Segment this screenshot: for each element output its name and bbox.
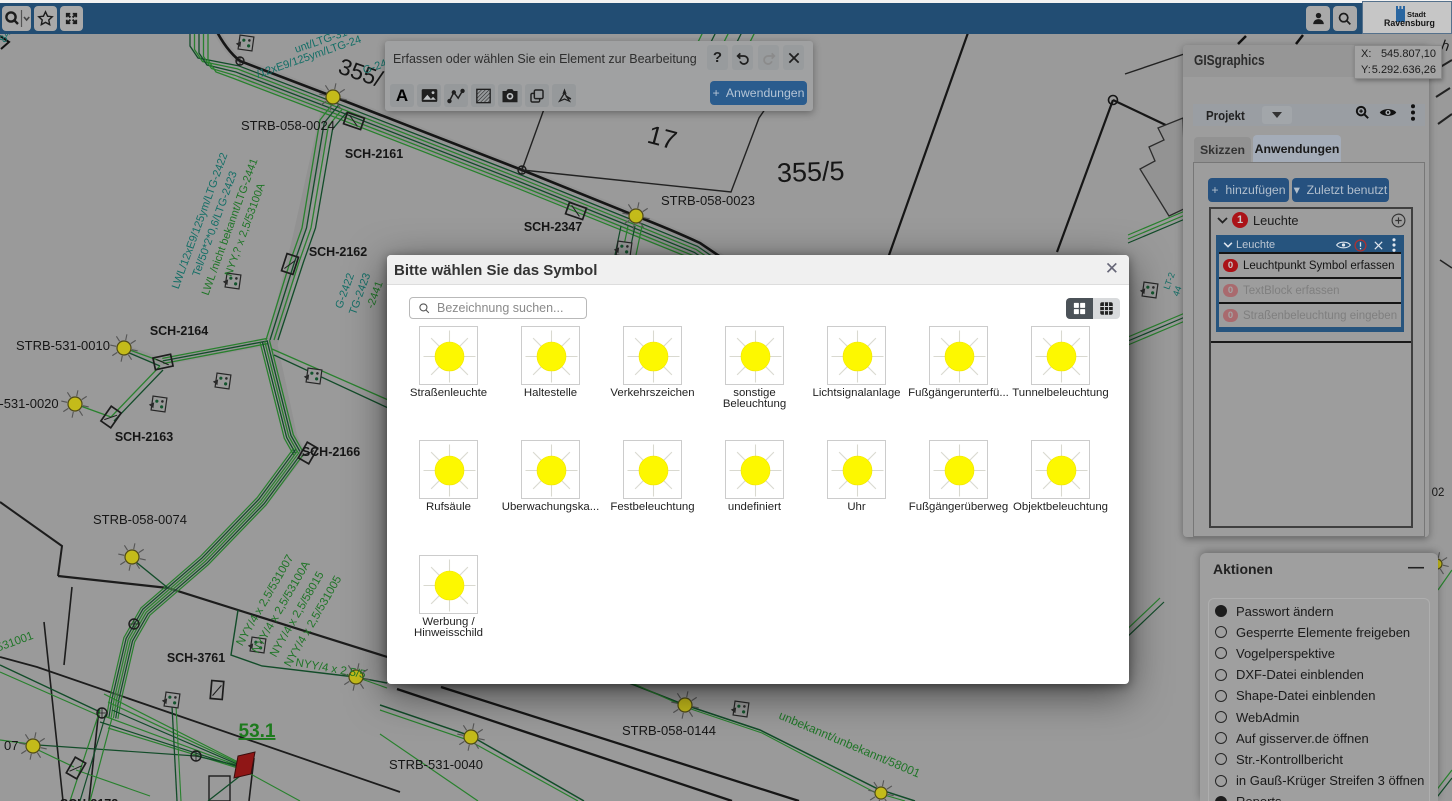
svg-text:SCH-2166: SCH-2166 <box>302 445 360 459</box>
svg-text:SCH-3172: SCH-3172 <box>60 797 118 801</box>
svg-text:-531-0020: -531-0020 <box>0 396 59 411</box>
svg-text:SCH-2162: SCH-2162 <box>309 245 367 259</box>
svg-text:STRB-058-0074: STRB-058-0074 <box>93 512 187 527</box>
svg-text:355/5: 355/5 <box>776 156 845 188</box>
svg-text:53.1: 53.1 <box>239 721 276 742</box>
svg-text:07: 07 <box>4 738 18 753</box>
svg-text:Ravensburg: Ravensburg <box>1384 18 1435 28</box>
svg-text:STRB-531-0010: STRB-531-0010 <box>16 338 110 353</box>
svg-text:SCH-2164: SCH-2164 <box>150 324 208 338</box>
svg-text:SCH-3761: SCH-3761 <box>167 651 225 665</box>
svg-text:STRB-058-0023: STRB-058-0023 <box>661 193 755 208</box>
svg-text:SCH-2161: SCH-2161 <box>345 147 403 161</box>
svg-text:SCH-2347: SCH-2347 <box>524 220 582 234</box>
svg-text:SCH-2163: SCH-2163 <box>115 430 173 444</box>
svg-text:STRB-531-0040: STRB-531-0040 <box>389 757 483 772</box>
svg-text:02: 02 <box>1432 487 1445 499</box>
svg-text:STRB-058-0144: STRB-058-0144 <box>622 723 716 738</box>
svg-text:STRB-058-0024: STRB-058-0024 <box>241 118 335 133</box>
